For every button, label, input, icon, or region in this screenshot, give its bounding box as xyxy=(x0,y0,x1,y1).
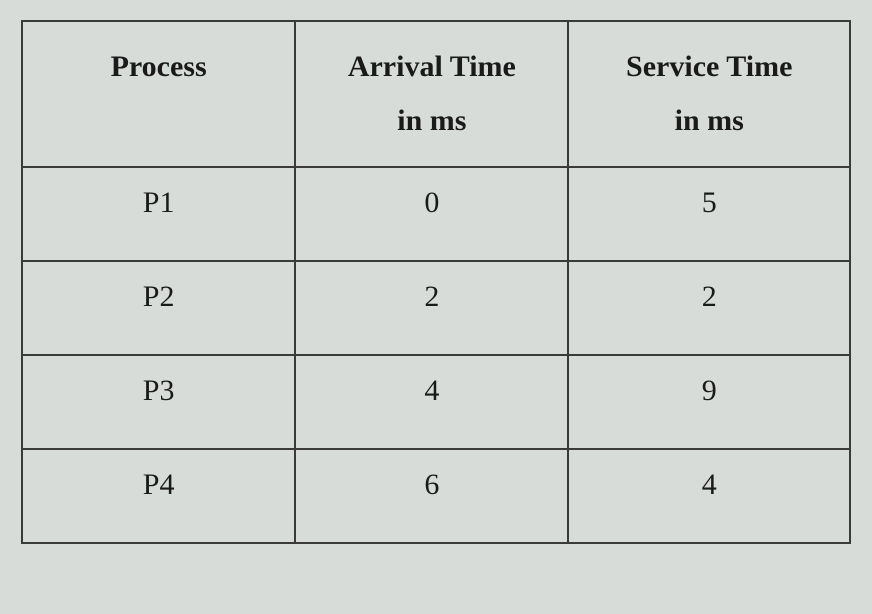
cell-arrival: 4 xyxy=(295,355,568,449)
header-service-line2: in ms xyxy=(675,104,744,137)
header-arrival-line2: in ms xyxy=(397,104,466,137)
table-row: P3 4 9 xyxy=(22,355,850,449)
cell-arrival: 0 xyxy=(295,167,568,261)
cell-service: 2 xyxy=(568,261,850,355)
cell-arrival: 2 xyxy=(295,261,568,355)
cell-service: 4 xyxy=(568,449,850,543)
header-arrival-line1: Arrival Time xyxy=(348,50,516,83)
header-process: Process xyxy=(22,21,295,167)
cell-process: P1 xyxy=(22,167,295,261)
cell-service: 5 xyxy=(568,167,850,261)
header-service-line1: Service Time xyxy=(626,50,792,83)
process-table: Process Arrival Time in ms Service Time … xyxy=(21,20,851,544)
cell-arrival: 6 xyxy=(295,449,568,543)
cell-process: P3 xyxy=(22,355,295,449)
cell-process: P4 xyxy=(22,449,295,543)
table-row: P4 6 4 xyxy=(22,449,850,543)
cell-service: 9 xyxy=(568,355,850,449)
table-row: P1 0 5 xyxy=(22,167,850,261)
table-header-row: Process Arrival Time in ms Service Time … xyxy=(22,21,850,167)
header-service: Service Time in ms xyxy=(568,21,850,167)
header-arrival: Arrival Time in ms xyxy=(295,21,568,167)
cell-process: P2 xyxy=(22,261,295,355)
header-process-line1: Process xyxy=(111,50,207,83)
table-row: P2 2 2 xyxy=(22,261,850,355)
